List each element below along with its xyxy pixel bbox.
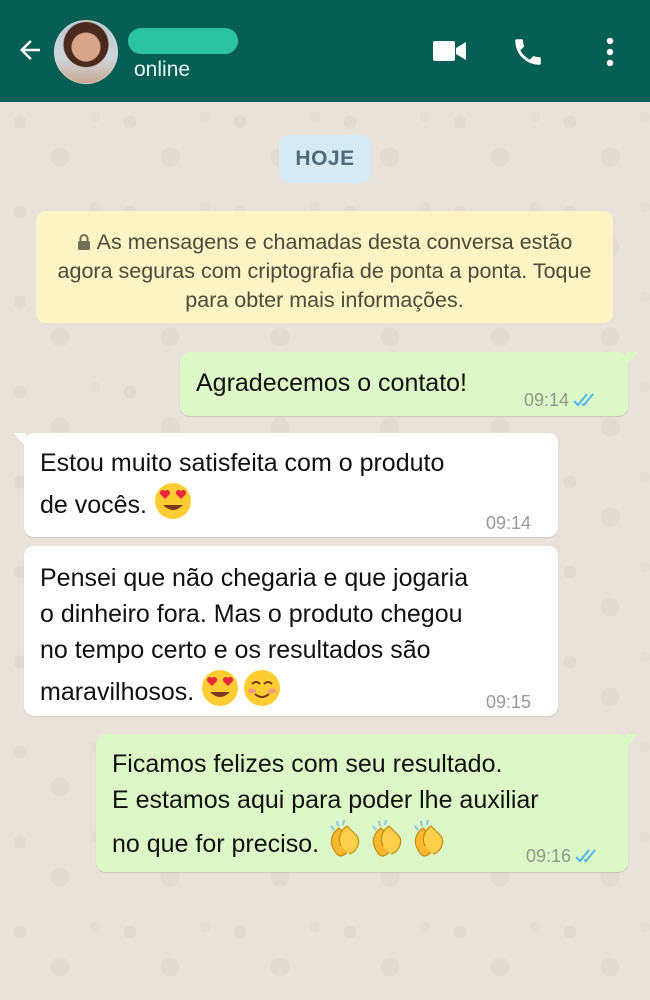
smiling-blush-emoji-icon — [244, 670, 281, 706]
message-time: 09:15 — [486, 692, 532, 712]
message-time: 09:14 — [524, 390, 570, 410]
date-separator: HOJE — [279, 135, 371, 183]
lock-icon — [77, 234, 90, 250]
voice-call-button[interactable] — [508, 32, 548, 72]
clapping-hands-emoji-icon — [414, 819, 444, 857]
bubble-tail — [626, 352, 638, 366]
message-bubble[interactable]: Agradecemos o contato! 09:14 — [180, 352, 638, 418]
bubble-tail — [14, 433, 26, 447]
video-call-button[interactable] — [428, 33, 472, 69]
heart-eyes-emoji-icon — [155, 483, 192, 519]
message-text: Estou muito satisfeita com o produto de … — [40, 449, 445, 519]
clapping-hands-emoji-icon — [372, 819, 402, 857]
message-bubble[interactable]: Estou muito satisfeita com o produto de … — [14, 433, 558, 537]
clapping-hands-emoji-icon — [330, 819, 360, 857]
message-time: 09:16 — [526, 846, 572, 866]
more-options-button[interactable] — [596, 32, 624, 72]
more-vert-icon — [606, 37, 614, 67]
chat-header: online — [0, 0, 650, 102]
message-text: Agradecemos o contato! — [196, 369, 467, 397]
message-bubble[interactable]: Ficamos felizes com seu resultado. E est… — [96, 734, 638, 874]
message-time: 09:14 — [486, 513, 532, 533]
encryption-notice[interactable]: As mensagens e chamadas desta conversa e… — [36, 211, 613, 323]
bubble-tail — [626, 734, 638, 748]
contact-name-redacted[interactable] — [128, 28, 238, 54]
video-call-icon — [433, 41, 466, 61]
encryption-notice-text: As mensagens e chamadas desta conversa e… — [57, 230, 592, 312]
contact-status: online — [134, 58, 191, 81]
message-meta: 09:14 — [524, 382, 599, 418]
message-meta: 09:16 — [526, 838, 601, 874]
read-ticks-icon — [573, 393, 594, 407]
back-button[interactable] — [12, 32, 48, 68]
read-ticks-icon — [575, 849, 596, 863]
back-arrow-icon — [20, 40, 40, 60]
contact-avatar[interactable] — [54, 20, 118, 84]
message-bubble[interactable]: Pensei que não chegaria e que jogaria o … — [24, 546, 558, 716]
heart-eyes-emoji-icon — [202, 670, 239, 706]
phone-icon — [515, 39, 541, 65]
